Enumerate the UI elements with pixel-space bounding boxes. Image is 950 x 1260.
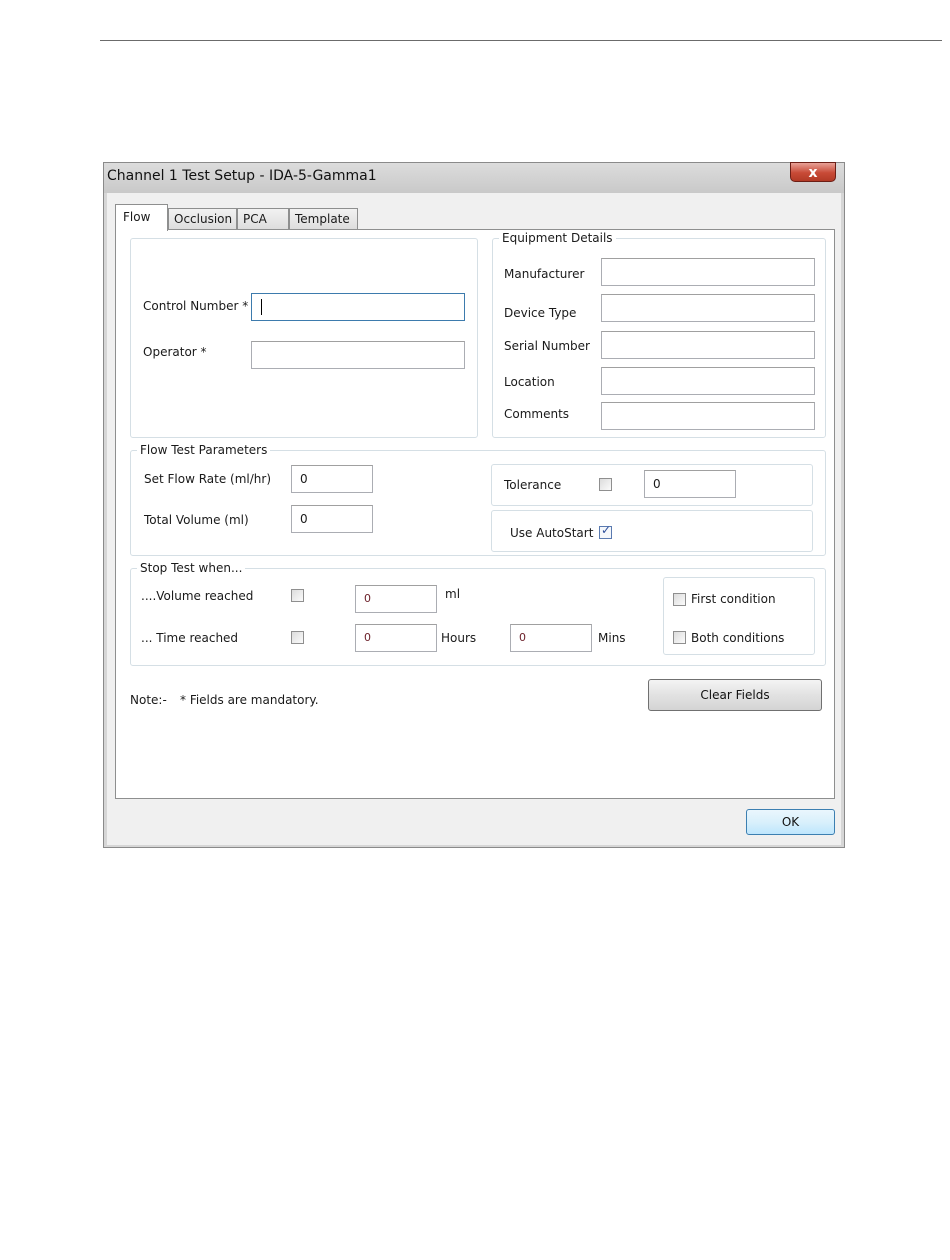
serial-number-label: Serial Number [504, 339, 590, 353]
test-setup-dialog: Channel 1 Test Setup - IDA-5-Gamma1 x Fl… [103, 162, 845, 848]
flow-rate-input[interactable]: 0 [291, 465, 373, 493]
condition-box: First condition Both conditions [663, 577, 815, 655]
stop-test-group: Stop Test when... ....Volume reached 0 m… [130, 561, 826, 666]
close-icon: x [808, 165, 818, 181]
note-prefix: Note:- [130, 693, 167, 707]
dialog-client-area: Flow Occlusion PCA Template Control Numb… [107, 193, 841, 845]
control-number-input[interactable] [251, 293, 465, 321]
tolerance-input[interactable]: 0 [644, 470, 736, 498]
comments-input[interactable] [601, 402, 815, 430]
operator-input[interactable] [251, 341, 465, 369]
text-caret [261, 299, 262, 315]
operator-label: Operator * [143, 345, 207, 359]
both-conditions-label: Both conditions [691, 631, 785, 645]
autostart-box: Use AutoStart ✓ [491, 510, 813, 552]
both-conditions-checkbox[interactable] [673, 631, 686, 644]
hours-unit-label: Hours [441, 631, 477, 645]
flow-tab-panel: Control Number * Operator * Equipment De… [115, 229, 835, 799]
volume-unit-label: ml [445, 587, 461, 601]
clear-fields-button[interactable]: Clear Fields [648, 679, 822, 711]
close-button[interactable]: x [790, 162, 836, 182]
total-volume-label: Total Volume (ml) [144, 513, 249, 527]
mandatory-fields-note: * Fields are mandatory. [180, 693, 319, 707]
tab-pca[interactable]: PCA [237, 208, 289, 230]
volume-reached-label: ....Volume reached [141, 589, 254, 603]
page-header-rule [100, 40, 942, 41]
stop-test-title: Stop Test when... [137, 561, 246, 575]
tab-occlusion[interactable]: Occlusion [168, 208, 237, 230]
ok-button[interactable]: OK [746, 809, 835, 835]
window-title: Channel 1 Test Setup - IDA-5-Gamma1 [107, 168, 377, 184]
serial-number-input[interactable] [601, 331, 815, 359]
time-reached-checkbox[interactable] [291, 631, 304, 644]
comments-label: Comments [504, 407, 570, 421]
first-condition-checkbox[interactable] [673, 593, 686, 606]
location-label: Location [504, 375, 555, 389]
flow-rate-label: Set Flow Rate (ml/hr) [144, 472, 272, 486]
tolerance-box: Tolerance 0 [491, 464, 813, 506]
tab-template[interactable]: Template [289, 208, 358, 230]
volume-reached-input[interactable]: 0 [355, 585, 437, 613]
tolerance-label: Tolerance [504, 478, 562, 492]
tolerance-checkbox[interactable] [599, 478, 612, 491]
title-bar[interactable]: Channel 1 Test Setup - IDA-5-Gamma1 x [104, 162, 844, 193]
autostart-checkbox[interactable]: ✓ [599, 523, 612, 539]
checkmark-icon: ✓ [601, 523, 612, 537]
identity-group: Control Number * Operator * [130, 238, 478, 438]
total-volume-input[interactable]: 0 [291, 505, 373, 533]
flow-test-parameters-title: Flow Test Parameters [137, 443, 271, 457]
location-input[interactable] [601, 367, 815, 395]
control-number-label: Control Number * [143, 299, 249, 313]
tab-flow[interactable]: Flow [115, 204, 168, 231]
equipment-details-group: Equipment Details Manufacturer Device Ty… [492, 231, 826, 438]
time-reached-label: ... Time reached [141, 631, 239, 645]
flow-test-parameters-group: Flow Test Parameters Set Flow Rate (ml/h… [130, 443, 826, 556]
device-type-label: Device Type [504, 306, 577, 320]
first-condition-label: First condition [691, 592, 776, 606]
mins-input[interactable]: 0 [510, 624, 592, 652]
mins-unit-label: Mins [598, 631, 626, 645]
equipment-details-title: Equipment Details [499, 231, 616, 245]
volume-reached-checkbox[interactable] [291, 589, 304, 602]
device-type-input[interactable] [601, 294, 815, 322]
manufacturer-input[interactable] [601, 258, 815, 286]
manufacturer-label: Manufacturer [504, 267, 585, 281]
hours-input[interactable]: 0 [355, 624, 437, 652]
autostart-label: Use AutoStart [510, 526, 594, 540]
